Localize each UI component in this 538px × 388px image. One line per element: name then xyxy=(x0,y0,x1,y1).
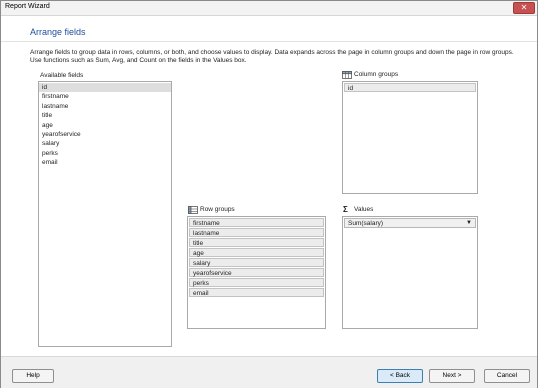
cancel-button[interactable]: Cancel xyxy=(484,369,530,383)
available-field-item[interactable]: lastname xyxy=(39,102,171,111)
row-group-chip[interactable]: perks xyxy=(189,278,324,287)
available-field-item[interactable]: firstname xyxy=(39,92,171,101)
row-group-chip[interactable]: title xyxy=(189,238,324,247)
available-field-item[interactable]: id xyxy=(39,83,171,93)
close-icon: ✕ xyxy=(520,3,528,12)
available-fields-list[interactable]: id firstname lastname title age yearofservice… xyxy=(38,81,172,347)
page-description: Arrange fields to group data in rows, co… xyxy=(30,49,514,64)
window-title: Report Wizard xyxy=(5,3,50,10)
footer-bar: Help < Back Next > Cancel xyxy=(1,356,537,388)
row-group-chip[interactable]: age xyxy=(189,248,324,257)
row-group-chip[interactable]: yearofservice xyxy=(189,268,324,277)
page-heading: Arrange fields xyxy=(30,27,86,37)
sigma-icon: Σ xyxy=(343,205,348,214)
back-button[interactable]: < Back xyxy=(377,369,423,383)
column-groups-box[interactable]: id xyxy=(342,81,478,194)
available-fields-label: Available fields xyxy=(40,72,84,79)
available-field-item[interactable]: perks xyxy=(39,149,171,158)
available-field-item[interactable]: title xyxy=(39,111,171,120)
available-field-item[interactable]: email xyxy=(39,158,171,167)
column-group-chip[interactable]: id xyxy=(344,83,476,92)
column-groups-icon xyxy=(342,71,352,79)
values-box[interactable]: Sum(salary) ▼ xyxy=(342,216,478,329)
report-wizard-window: Report Wizard ✕ Arrange fields Arrange f… xyxy=(0,0,538,388)
available-field-item[interactable]: salary xyxy=(39,139,171,148)
row-group-chip[interactable]: salary xyxy=(189,258,324,267)
available-field-item[interactable]: yearofservice xyxy=(39,130,171,139)
row-group-chip[interactable]: email xyxy=(189,288,324,297)
title-bar: Report Wizard ✕ xyxy=(1,1,537,16)
row-group-chip[interactable]: firstname xyxy=(189,218,324,227)
row-groups-box[interactable]: firstname lastname title age salary yearofser… xyxy=(187,216,326,329)
row-groups-icon xyxy=(188,206,198,214)
help-button[interactable]: Help xyxy=(12,369,54,383)
next-button[interactable]: Next > xyxy=(429,369,475,383)
values-selected: Sum(salary) xyxy=(348,220,384,227)
close-button[interactable]: ✕ xyxy=(513,2,535,14)
values-label: Values xyxy=(354,206,374,213)
column-groups-label: Column groups xyxy=(354,71,399,78)
row-groups-label: Row groups xyxy=(200,206,235,213)
dropdown-arrow-icon[interactable]: ▼ xyxy=(465,220,473,227)
available-field-item[interactable]: age xyxy=(39,121,171,130)
values-dropdown[interactable]: Sum(salary) ▼ xyxy=(344,218,476,228)
row-group-chip[interactable]: lastname xyxy=(189,228,324,237)
